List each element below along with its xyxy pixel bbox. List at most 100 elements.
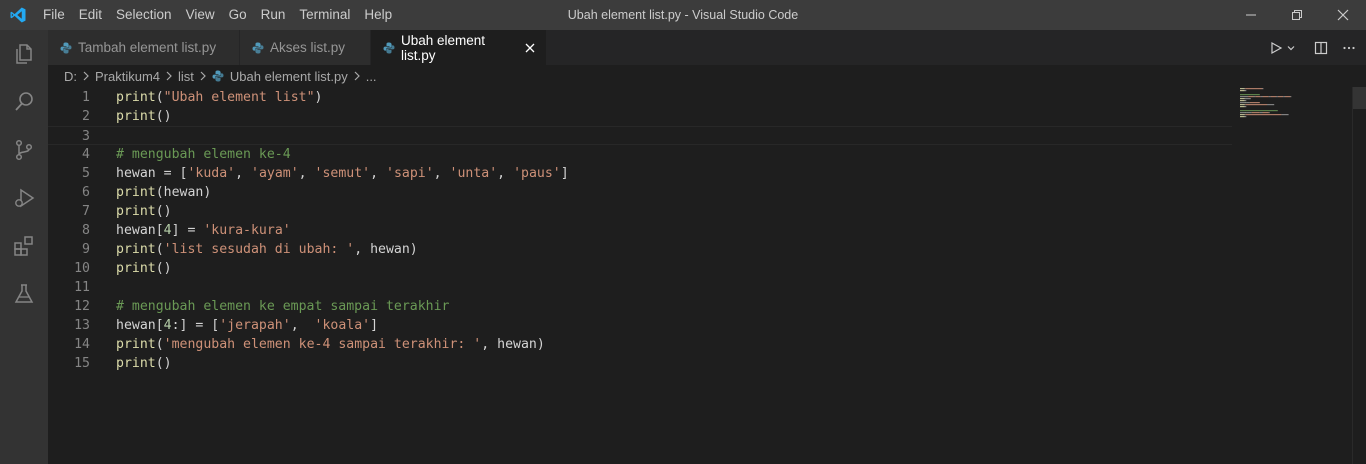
- line-number: 7: [82, 204, 90, 219]
- minimap-token: [1268, 96, 1271, 98]
- code-line[interactable]: 1 print("Ubah element list"): [48, 88, 1232, 107]
- code-line[interactable]: 4 # mengubah elemen ke-4: [48, 145, 1232, 164]
- code-token: :] = [: [171, 318, 220, 333]
- minimap-token: [1267, 104, 1275, 106]
- split-editor-button[interactable]: [1314, 41, 1328, 55]
- play-icon: [1271, 41, 1283, 54]
- code-token: (): [155, 356, 172, 371]
- code-line[interactable]: 14 print('mengubah elemen ke-4 sampai ter…: [48, 335, 1232, 354]
- vscode-logo-icon: [0, 0, 36, 30]
- tab-label: Ubah element list.py: [401, 32, 486, 63]
- code-token: (): [155, 109, 172, 124]
- menu-selection[interactable]: Selection: [109, 0, 179, 30]
- more-actions-button[interactable]: [1342, 41, 1356, 55]
- ellipsis-icon: [1343, 46, 1355, 49]
- minimap[interactable]: [1232, 87, 1352, 464]
- files-icon: [16, 44, 32, 64]
- minimap-token: [1253, 96, 1256, 98]
- code-line[interactable]: 3: [48, 126, 1232, 145]
- tab-akses-list[interactable]: Akses list.py: [240, 30, 371, 65]
- activity-bar: [0, 30, 48, 464]
- minimap-token: [1251, 112, 1260, 114]
- run-debug-button[interactable]: [0, 174, 48, 222]
- line-number: 2: [82, 109, 90, 124]
- code-token: 'kura-kura': [203, 223, 291, 238]
- breadcrumb-file[interactable]: Ubah element list.py: [230, 69, 348, 84]
- code-line[interactable]: 10 print(): [48, 259, 1232, 278]
- line-number: 3: [82, 129, 90, 144]
- code-token: 'jerapah': [219, 318, 291, 333]
- menu-view[interactable]: View: [179, 0, 222, 30]
- code-text: print(hewan): [116, 183, 211, 202]
- code-line[interactable]: 6 print(hewan): [48, 183, 1232, 202]
- minimap-token: [1277, 96, 1284, 98]
- code-text: hewan[4] = 'kura-kura': [116, 221, 291, 240]
- breadcrumb: D: Praktikum4 list Ubah element list.py …: [48, 65, 1232, 87]
- code-token: (: [155, 242, 164, 257]
- minimap-token: [1240, 90, 1245, 92]
- python-file-icon: [60, 42, 72, 54]
- minimize-icon: [1246, 14, 1256, 16]
- minimize-button[interactable]: [1228, 0, 1274, 30]
- title-bar: File Edit Selection View Go Run Terminal…: [0, 0, 1366, 30]
- tab-close-button[interactable]: [524, 42, 536, 54]
- breadcrumb-drive[interactable]: D:: [64, 69, 77, 84]
- code-line[interactable]: 11: [48, 278, 1232, 297]
- source-control-icon: [15, 139, 33, 161]
- python-file-icon: [252, 42, 264, 54]
- code-line[interactable]: 12 # mengubah elemen ke empat sampai tera…: [48, 297, 1232, 316]
- code-line[interactable]: 13 hewan[4:] = ['jerapah', 'koala']: [48, 316, 1232, 335]
- search-button[interactable]: [0, 78, 48, 126]
- code-token: ,: [235, 166, 251, 181]
- breadcrumb-folder[interactable]: Praktikum4: [95, 69, 160, 84]
- menu-terminal[interactable]: Terminal: [292, 0, 357, 30]
- run-debug-icon: [15, 188, 35, 208]
- code-line[interactable]: 5 hewan = ['kuda', 'ayam', 'semut', 'sapi…: [48, 164, 1232, 183]
- close-window-button[interactable]: [1320, 0, 1366, 30]
- line-number: 8: [82, 223, 90, 238]
- code-token: ,: [290, 318, 315, 333]
- code-text: print(): [116, 107, 172, 126]
- menu-file[interactable]: File: [36, 0, 72, 30]
- chevron-right-icon: [199, 71, 207, 81]
- menu-edit[interactable]: Edit: [72, 0, 109, 30]
- explorer-button[interactable]: [0, 30, 48, 78]
- code-line[interactable]: 2 print(): [48, 107, 1232, 126]
- code-token: 4: [163, 318, 172, 333]
- code-token: , hewan): [354, 242, 418, 257]
- breadcrumb-folder[interactable]: list: [178, 69, 194, 84]
- source-control-button[interactable]: [0, 126, 48, 174]
- scrollbar-thumb[interactable]: [1353, 87, 1366, 109]
- code-token: 'kuda': [187, 166, 236, 181]
- extensions-button[interactable]: [0, 222, 48, 270]
- code-editor[interactable]: 1 print("Ubah element list") 2 print() 3 4 # m…: [48, 87, 1232, 464]
- testing-button[interactable]: [0, 270, 48, 318]
- code-token: # mengubah elemen ke empat sampai terakh…: [116, 299, 450, 314]
- minimap-token: [1240, 102, 1246, 104]
- code-text: # mengubah elemen ke-4: [116, 145, 291, 164]
- code-line[interactable]: 9 print('list sesudah di ubah: ', hewan): [48, 240, 1232, 259]
- line-number: 15: [74, 356, 90, 371]
- menu-run[interactable]: Run: [254, 0, 293, 30]
- menu-help[interactable]: Help: [357, 0, 399, 30]
- restore-button[interactable]: [1274, 0, 1320, 30]
- code-line[interactable]: 8 hewan[4] = 'kura-kura': [48, 221, 1232, 240]
- minimap-token: [1248, 96, 1254, 98]
- code-text: # mengubah elemen ke empat sampai terakh…: [116, 297, 449, 316]
- minimap-token: [1240, 96, 1249, 98]
- menu-go[interactable]: Go: [222, 0, 254, 30]
- run-python-button[interactable]: [1269, 41, 1296, 55]
- minimap-token: [1240, 98, 1245, 100]
- code-token: 'paus': [513, 166, 561, 181]
- code-line[interactable]: 7 print(): [48, 202, 1232, 221]
- code-token: ] =: [171, 223, 204, 238]
- code-line[interactable]: 15 print(): [48, 354, 1232, 373]
- code-token: print: [116, 109, 156, 124]
- breadcrumb-symbols[interactable]: ...: [366, 69, 377, 84]
- tab-tambah-element-list[interactable]: Tambah element list.py: [48, 30, 240, 65]
- minimap-token: [1259, 112, 1263, 114]
- editor-scrollbar[interactable]: [1352, 87, 1366, 464]
- tab-ubah-element-list[interactable]: Ubah element list.py: [371, 30, 547, 65]
- minimap-token: [1245, 104, 1267, 106]
- minimap-token: [1240, 106, 1245, 108]
